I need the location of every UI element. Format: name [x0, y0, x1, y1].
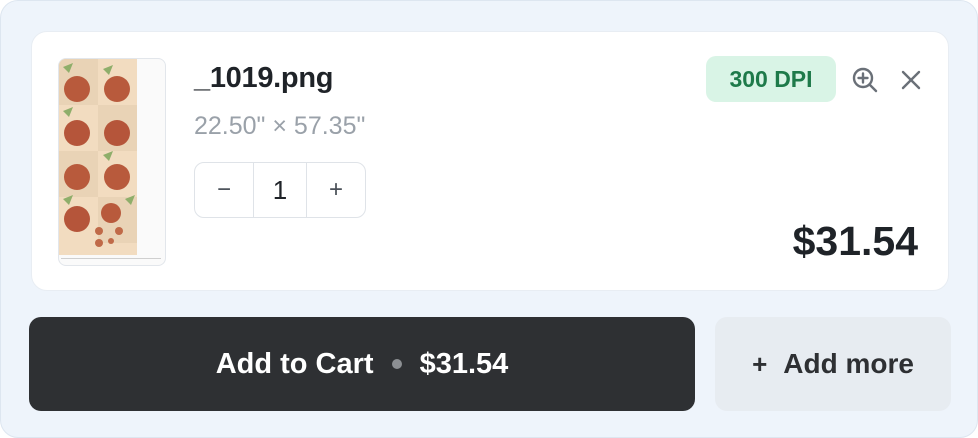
add-more-label: Add more: [783, 348, 914, 379]
add-more-button[interactable]: + Add more: [715, 317, 951, 411]
file-name: _1019.png: [194, 62, 334, 94]
decrement-button[interactable]: −: [195, 163, 253, 217]
separator-dot: [391, 359, 402, 369]
add-to-cart-button[interactable]: Add to Cart $31.54: [29, 317, 695, 411]
image-thumbnail[interactable]: [58, 58, 166, 266]
quantity-value[interactable]: 1: [253, 163, 307, 217]
item-card: _1019.png 22.50" × 57.35" − 1 + 300 DPI …: [31, 31, 949, 291]
thumbnail-divider: [61, 258, 161, 259]
dpi-badge: 300 DPI: [706, 56, 836, 102]
close-icon[interactable]: [895, 64, 927, 96]
add-to-cart-price: $31.54: [419, 347, 509, 380]
zoom-in-icon[interactable]: [849, 64, 881, 96]
print-dimensions: 22.50" × 57.35": [194, 112, 366, 140]
thumbnail-preview: [59, 59, 137, 255]
order-panel: _1019.png 22.50" × 57.35" − 1 + 300 DPI …: [0, 0, 978, 438]
increment-button[interactable]: +: [307, 163, 365, 217]
plus-icon: +: [752, 348, 768, 379]
item-price: $31.54: [792, 218, 918, 264]
quantity-stepper: − 1 +: [194, 162, 366, 218]
add-to-cart-label: Add to Cart: [215, 347, 374, 380]
